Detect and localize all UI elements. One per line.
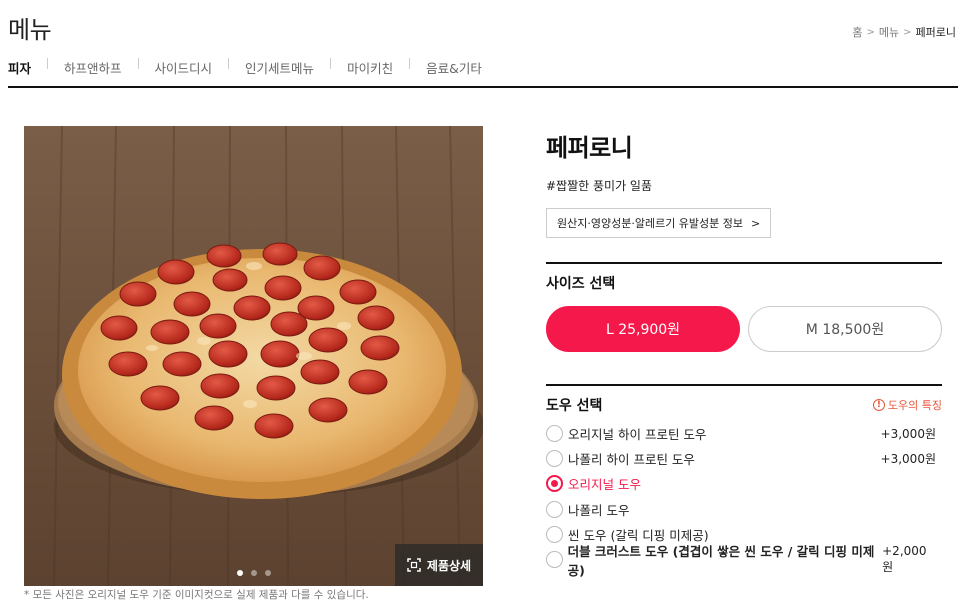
- product-detail-label: 제품상세: [426, 558, 472, 573]
- size-option-large[interactable]: L 25,900원: [546, 306, 740, 352]
- dough-option-label: 오리지널 하이 프로틴 도우: [568, 427, 707, 443]
- size-section: 사이즈 선택 L 25,900원 M 18,500원: [546, 262, 942, 352]
- dough-option[interactable]: 나폴리 하이 프로틴 도우 +3,000원: [546, 446, 942, 471]
- dough-option-price: +2,000원: [882, 544, 927, 575]
- expand-icon: [407, 558, 421, 572]
- tab-divider: [137, 58, 139, 69]
- tab-my-kitchen[interactable]: 마이키친: [347, 58, 393, 77]
- dough-option-label: 더블 크러스트 도우 (겹겹이 쌓은 씬 도우 / 갈릭 디핑 미제공): [567, 543, 875, 578]
- dough-info-label: 도우의 특징: [887, 399, 942, 412]
- page-title: 메뉴: [8, 16, 52, 44]
- breadcrumb-menu[interactable]: 메뉴: [879, 24, 899, 40]
- image-disclaimer: * 모든 사진은 오리지널 도우 기준 이미지컷으로 실제 제품과 다를 수 있…: [24, 589, 369, 600]
- tab-popular-set[interactable]: 인기세트메뉴: [245, 58, 314, 77]
- tab-divider: [409, 58, 411, 69]
- tab-divider: [47, 58, 49, 69]
- dough-option[interactable]: 오리지널 하이 프로틴 도우 +3,000원: [546, 421, 942, 446]
- pizza-photo: [24, 126, 483, 586]
- product-detail-button[interactable]: 제품상세: [395, 544, 483, 586]
- tab-half-and-half[interactable]: 하프앤하프: [64, 58, 122, 77]
- radio-button[interactable]: [546, 500, 563, 518]
- tab-pizza[interactable]: 피자: [8, 58, 31, 77]
- category-tabs: 피자 하프앤하프 사이드디시 인기세트메뉴 마이키친 음료&기타: [8, 58, 958, 88]
- radio-button[interactable]: [546, 551, 563, 569]
- tab-divider: [330, 58, 332, 69]
- dough-section: 도우 선택 ! 도우의 특징 오리지널 하이 프로틴 도우 +3,000원 나폴…: [546, 384, 942, 578]
- product-name: 페퍼로니: [546, 134, 633, 162]
- dough-section-title: 도우 선택: [546, 398, 603, 414]
- chevron-right-icon: >: [903, 26, 912, 38]
- radio-button[interactable]: [546, 450, 563, 468]
- size-section-title: 사이즈 선택: [546, 276, 616, 292]
- radio-button-checked[interactable]: [546, 475, 563, 493]
- carousel-dot[interactable]: [250, 570, 257, 576]
- tab-divider: [228, 58, 230, 69]
- product-tag: #짭짤한 풍미가 일품: [546, 179, 653, 193]
- carousel-dot[interactable]: [264, 570, 271, 576]
- origin-info-label: 원산지·영양성분·알레르기 유발성분 정보: [557, 217, 744, 230]
- dough-info-link[interactable]: ! 도우의 특징: [872, 397, 942, 413]
- dough-option[interactable]: 더블 크러스트 도우 (겹겹이 쌓은 씬 도우 / 갈릭 디핑 미제공) +2,…: [546, 544, 942, 578]
- carousel-dots: [236, 570, 271, 576]
- dough-option-selected[interactable]: 오리지널 도우: [546, 471, 942, 496]
- breadcrumb-home[interactable]: 홈: [852, 24, 862, 40]
- chevron-right-icon: >: [866, 26, 875, 38]
- chevron-right-icon: >: [751, 216, 761, 230]
- product-info: 페퍼로니 #짭짤한 풍미가 일품 원산지·영양성분·알레르기 유발성분 정보 >: [546, 126, 942, 238]
- dough-option-label: 나폴리 도우: [568, 502, 630, 518]
- radio-button[interactable]: [546, 425, 563, 443]
- breadcrumb-current: 페퍼로니: [915, 26, 956, 39]
- origin-info-button[interactable]: 원산지·영양성분·알레르기 유발성분 정보 >: [546, 208, 772, 238]
- dough-options: 오리지널 하이 프로틴 도우 +3,000원 나폴리 하이 프로틴 도우 +3,…: [546, 421, 942, 578]
- info-icon: !: [872, 399, 885, 411]
- dough-option-price: +3,000원: [880, 427, 936, 442]
- size-option-medium[interactable]: M 18,500원: [748, 306, 942, 352]
- breadcrumb: 홈 > 메뉴 > 페퍼로니: [852, 24, 956, 40]
- dough-option-label: 나폴리 하이 프로틴 도우: [568, 452, 695, 468]
- carousel-dot[interactable]: [236, 570, 243, 576]
- dough-option-price: +3,000원: [880, 452, 936, 467]
- product-image-carousel[interactable]: 제품상세: [24, 126, 483, 586]
- tab-side-dish[interactable]: 사이드디시: [155, 58, 213, 77]
- dough-option-label: 오리지널 도우: [568, 477, 641, 493]
- tab-drinks-etc[interactable]: 음료&기타: [426, 58, 482, 77]
- dough-option[interactable]: 나폴리 도우: [546, 497, 942, 522]
